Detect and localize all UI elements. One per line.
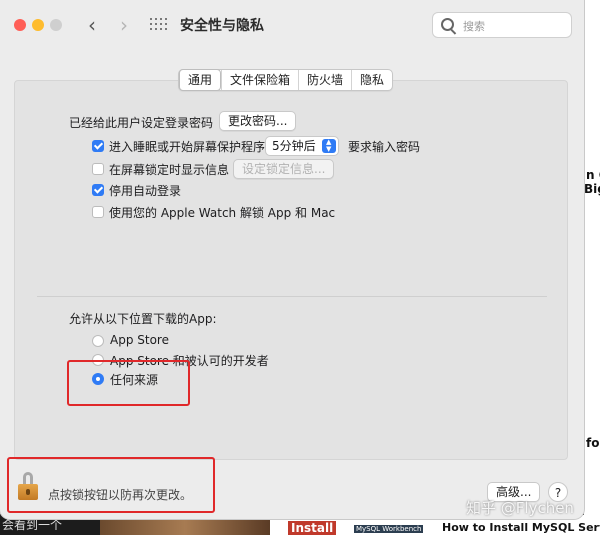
close-window-button[interactable] <box>14 19 26 31</box>
disable-auto-login-checkbox[interactable] <box>92 184 104 196</box>
annotation-highlight-anywhere <box>67 360 190 406</box>
show-message-checkbox[interactable] <box>92 163 104 175</box>
apple-watch-unlock-label: 使用您的 Apple Watch 解锁 App 和 Mac <box>109 206 336 220</box>
password-delay-select[interactable]: 5分钟后 ▲ ▼ <box>265 136 339 156</box>
disable-auto-login-label: 停用自动登录 <box>109 184 182 198</box>
annotation-highlight-lock <box>7 457 215 513</box>
watermark: 知乎 @Flychen <box>466 499 574 517</box>
tab-privacy[interactable]: 隐私 <box>351 70 392 90</box>
require-password-suffix: 要求输入密码 <box>348 140 421 154</box>
title-bar: ‹ › 安全性与隐私 <box>0 0 584 48</box>
background-workbench-label: MySQL Workbench <box>354 525 424 533</box>
downloads-heading: 允许从以下位置下载的App: <box>69 312 217 326</box>
radio-app-store[interactable] <box>92 335 104 347</box>
require-password-checkbox[interactable] <box>92 140 104 152</box>
password-delay-value: 5分钟后 <box>272 139 316 153</box>
show-message-label: 在屏幕锁定时显示信息 <box>109 163 230 177</box>
zoom-window-button[interactable] <box>50 19 62 31</box>
tab-firewall[interactable]: 防火墙 <box>298 70 351 90</box>
show-all-grid-icon[interactable] <box>150 18 167 32</box>
set-lock-message-button[interactable]: 设定锁定信息... <box>233 159 335 179</box>
radio-app-store-label: App Store <box>110 333 169 347</box>
section-divider <box>37 296 547 297</box>
forward-chevron-icon[interactable]: › <box>112 12 136 38</box>
minimize-window-button[interactable] <box>32 19 44 31</box>
select-arrows-icon: ▲ ▼ <box>321 139 336 153</box>
preferences-window: ‹ › 安全性与隐私 已经给此用户设定登录密码 更改密码... 进入睡眠或开始屏… <box>0 0 584 519</box>
search-input[interactable] <box>461 16 569 36</box>
tab-general[interactable]: 通用 <box>179 69 222 91</box>
tab-bar: 通用 文件保险箱 防火墙 隐私 <box>178 69 394 91</box>
background-webpage: n Q Big fo <box>584 0 600 535</box>
change-password-button[interactable]: 更改密码... <box>219 111 297 131</box>
search-icon <box>441 18 454 31</box>
background-text: fo <box>586 436 600 450</box>
apple-watch-unlock-checkbox[interactable] <box>92 206 104 218</box>
background-install-label: Install <box>288 521 337 535</box>
password-set-label: 已经给此用户设定登录密码 <box>69 116 214 130</box>
tab-filevault[interactable]: 文件保险箱 <box>221 70 298 90</box>
background-text: n Q <box>586 168 600 182</box>
require-password-label: 进入睡眠或开始屏幕保护程序 <box>109 140 266 154</box>
background-text: Big <box>584 182 600 196</box>
back-chevron-icon[interactable]: ‹ <box>80 12 104 38</box>
window-title: 安全性与隐私 <box>180 18 264 34</box>
search-field[interactable] <box>432 12 572 38</box>
